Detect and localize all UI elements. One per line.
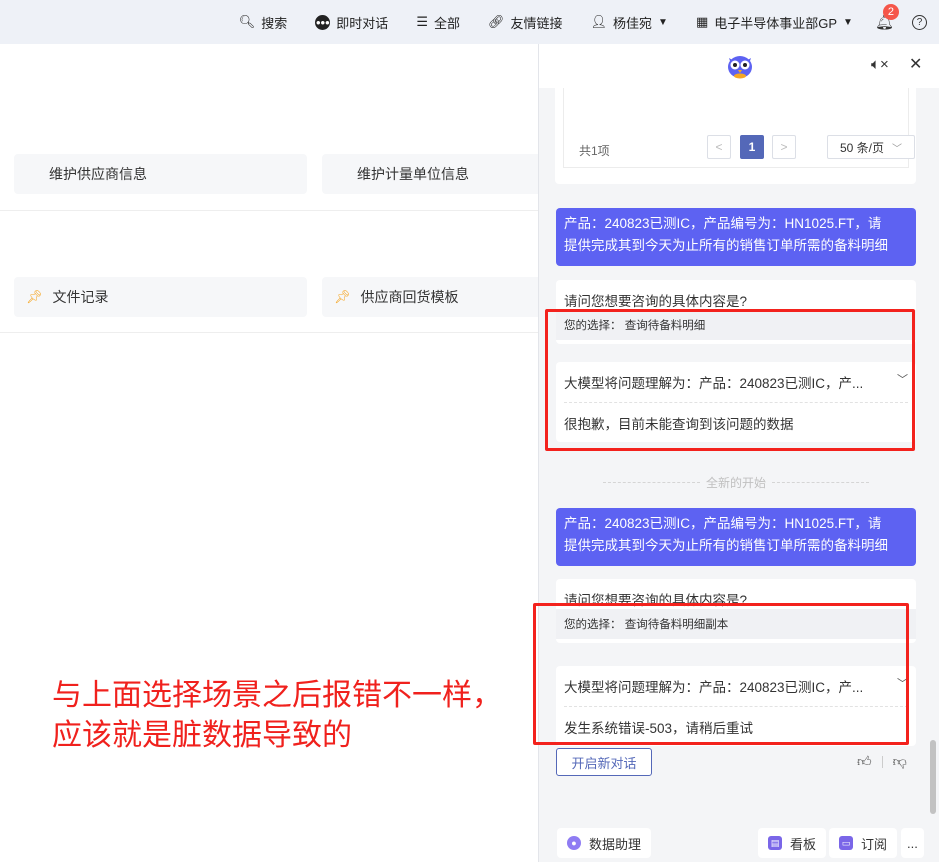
card-maintain-supplier[interactable]: 维护供应商信息 (14, 154, 307, 194)
annotation-box (533, 603, 909, 745)
user-name: 杨佳宛 (613, 15, 653, 31)
instant-chat-link[interactable]: ••• 即时对话 (315, 13, 388, 32)
board-label: 看板 (790, 836, 817, 852)
search-label: 搜索 (261, 15, 288, 31)
search-link[interactable]: 🔍︎ 搜索 (239, 13, 288, 32)
user-message: 产品：240823已测IC，产品编号为：HN1025.FT，请 提供完成其到今天… (556, 208, 916, 266)
top-bar: 🔍︎ 搜索 ••• 即时对话 ☰ 全部 🔗︎ 友情链接 👤︎ 杨佳宛 ▼ ▦ 电… (0, 0, 939, 44)
board-button[interactable]: ▤ 看板 (758, 828, 827, 858)
page-size-select[interactable]: 50 条/页 ﹀ (827, 135, 915, 159)
annotation-text: 与上面选择场景之后报错不一样， 应该就是脏数据导致的 (52, 676, 502, 756)
annotation-line: 与上面选择场景之后报错不一样， (52, 678, 502, 713)
all-menu-link[interactable]: ☰ 全部 (416, 13, 460, 32)
owl-logo-icon (728, 56, 752, 79)
section-divider (0, 332, 540, 333)
user-icon: 👤︎ (590, 14, 608, 29)
data-assistant-button[interactable]: ● 数据助理 (557, 828, 652, 858)
user-message-line: 产品：240823已测IC，产品编号为：HN1025.FT，请 (564, 216, 882, 231)
message-icon: ▭ (839, 836, 853, 850)
notification-badge: 2 (882, 4, 899, 20)
chat-bubble-icon: ••• (315, 14, 331, 30)
user-message-line: 提供完成其到今天为止所有的销售订单所需的备料明细 (564, 238, 888, 253)
subscribe-button[interactable]: ▭ 订阅 (829, 828, 898, 858)
pagination-prev-button[interactable]: < (707, 135, 731, 159)
annotation-box (545, 309, 915, 451)
panel-header: 🔈︎× ✕ (539, 44, 939, 88)
org-menu[interactable]: ▦ 电子半导体事业部GP ▼ (696, 13, 853, 32)
pagination-page-1[interactable]: 1 (740, 135, 764, 159)
user-message: 产品：240823已测IC，产品编号为：HN1025.FT，请 提供完成其到今天… (556, 508, 916, 566)
friend-links[interactable]: 🔗︎ 友情链接 (488, 13, 563, 32)
user-message-line: 提供完成其到今天为止所有的销售订单所需的备料明细 (564, 538, 888, 553)
vertical-scrollbar[interactable] (930, 740, 936, 814)
assistant-icon: ● (567, 836, 581, 850)
card-file-record[interactable]: 📌︎ 文件记录 (14, 277, 307, 317)
card-maintain-unit[interactable]: 维护计量单位信息 (322, 154, 542, 194)
document-icon: ▤ (768, 836, 782, 850)
instant-chat-label: 即时对话 (336, 15, 389, 31)
more-button[interactable]: ... (901, 828, 924, 858)
page-size-value: 50 条/页 (840, 140, 885, 155)
data-assistant-label: 数据助理 (589, 836, 642, 852)
result-table-card: 共1项 < 1 > 50 条/页 ﹀ (555, 74, 916, 184)
caret-down-icon: ▼ (843, 16, 853, 28)
chevron-down-icon: ﹀ (892, 143, 903, 155)
close-icon[interactable]: ✕ (909, 54, 922, 74)
section-divider (0, 210, 540, 211)
card-label: 维护计量单位信息 (357, 166, 469, 182)
divider-label: 全新的开始 (706, 475, 767, 490)
friend-links-label: 友情链接 (510, 15, 563, 31)
help-icon[interactable]: ? (912, 14, 927, 30)
org-name: 电子半导体事业部GP (714, 15, 838, 31)
annotation-line: 应该就是脏数据导致的 (52, 718, 352, 753)
new-start-divider: 全新的开始 (603, 474, 870, 490)
thumbs-down-icon[interactable]: 👎︎ (893, 753, 907, 770)
bot-question: 请问您想要咨询的具体内容是? (564, 294, 748, 309)
new-chat-button[interactable]: 开启新对话 (556, 748, 652, 776)
notification-button[interactable]: 🔔︎ 2 (875, 4, 899, 31)
mute-icon[interactable]: 🔈︎× (871, 56, 889, 73)
caret-down-icon: ▼ (658, 16, 668, 28)
feedback-buttons: 👍︎ 👎︎ (857, 753, 907, 770)
thumbs-up-icon[interactable]: 👍︎ (857, 753, 872, 770)
pin-icon: 📌︎ (26, 289, 43, 304)
pagination-total: 共1项 (579, 144, 610, 158)
subscribe-label: 订阅 (861, 836, 888, 852)
user-message-line: 产品：240823已测IC，产品编号为：HN1025.FT，请 (564, 516, 882, 531)
card-label: 供应商回货模板 (360, 289, 459, 305)
search-icon: 🔍︎ (238, 14, 256, 29)
all-menu-label: 全部 (433, 15, 460, 31)
card-supplier-template[interactable]: 📌︎ 供应商回货模板 (322, 277, 542, 317)
menu-icon: ☰ (416, 14, 428, 29)
card-label: 文件记录 (52, 289, 109, 305)
link-icon: 🔗︎ (487, 14, 505, 29)
user-menu[interactable]: 👤︎ 杨佳宛 ▼ (591, 13, 668, 32)
pin-icon: 📌︎ (334, 289, 351, 304)
pagination-next-button[interactable]: > (772, 135, 796, 159)
building-icon: ▦ (695, 14, 709, 29)
card-label: 维护供应商信息 (49, 166, 147, 182)
